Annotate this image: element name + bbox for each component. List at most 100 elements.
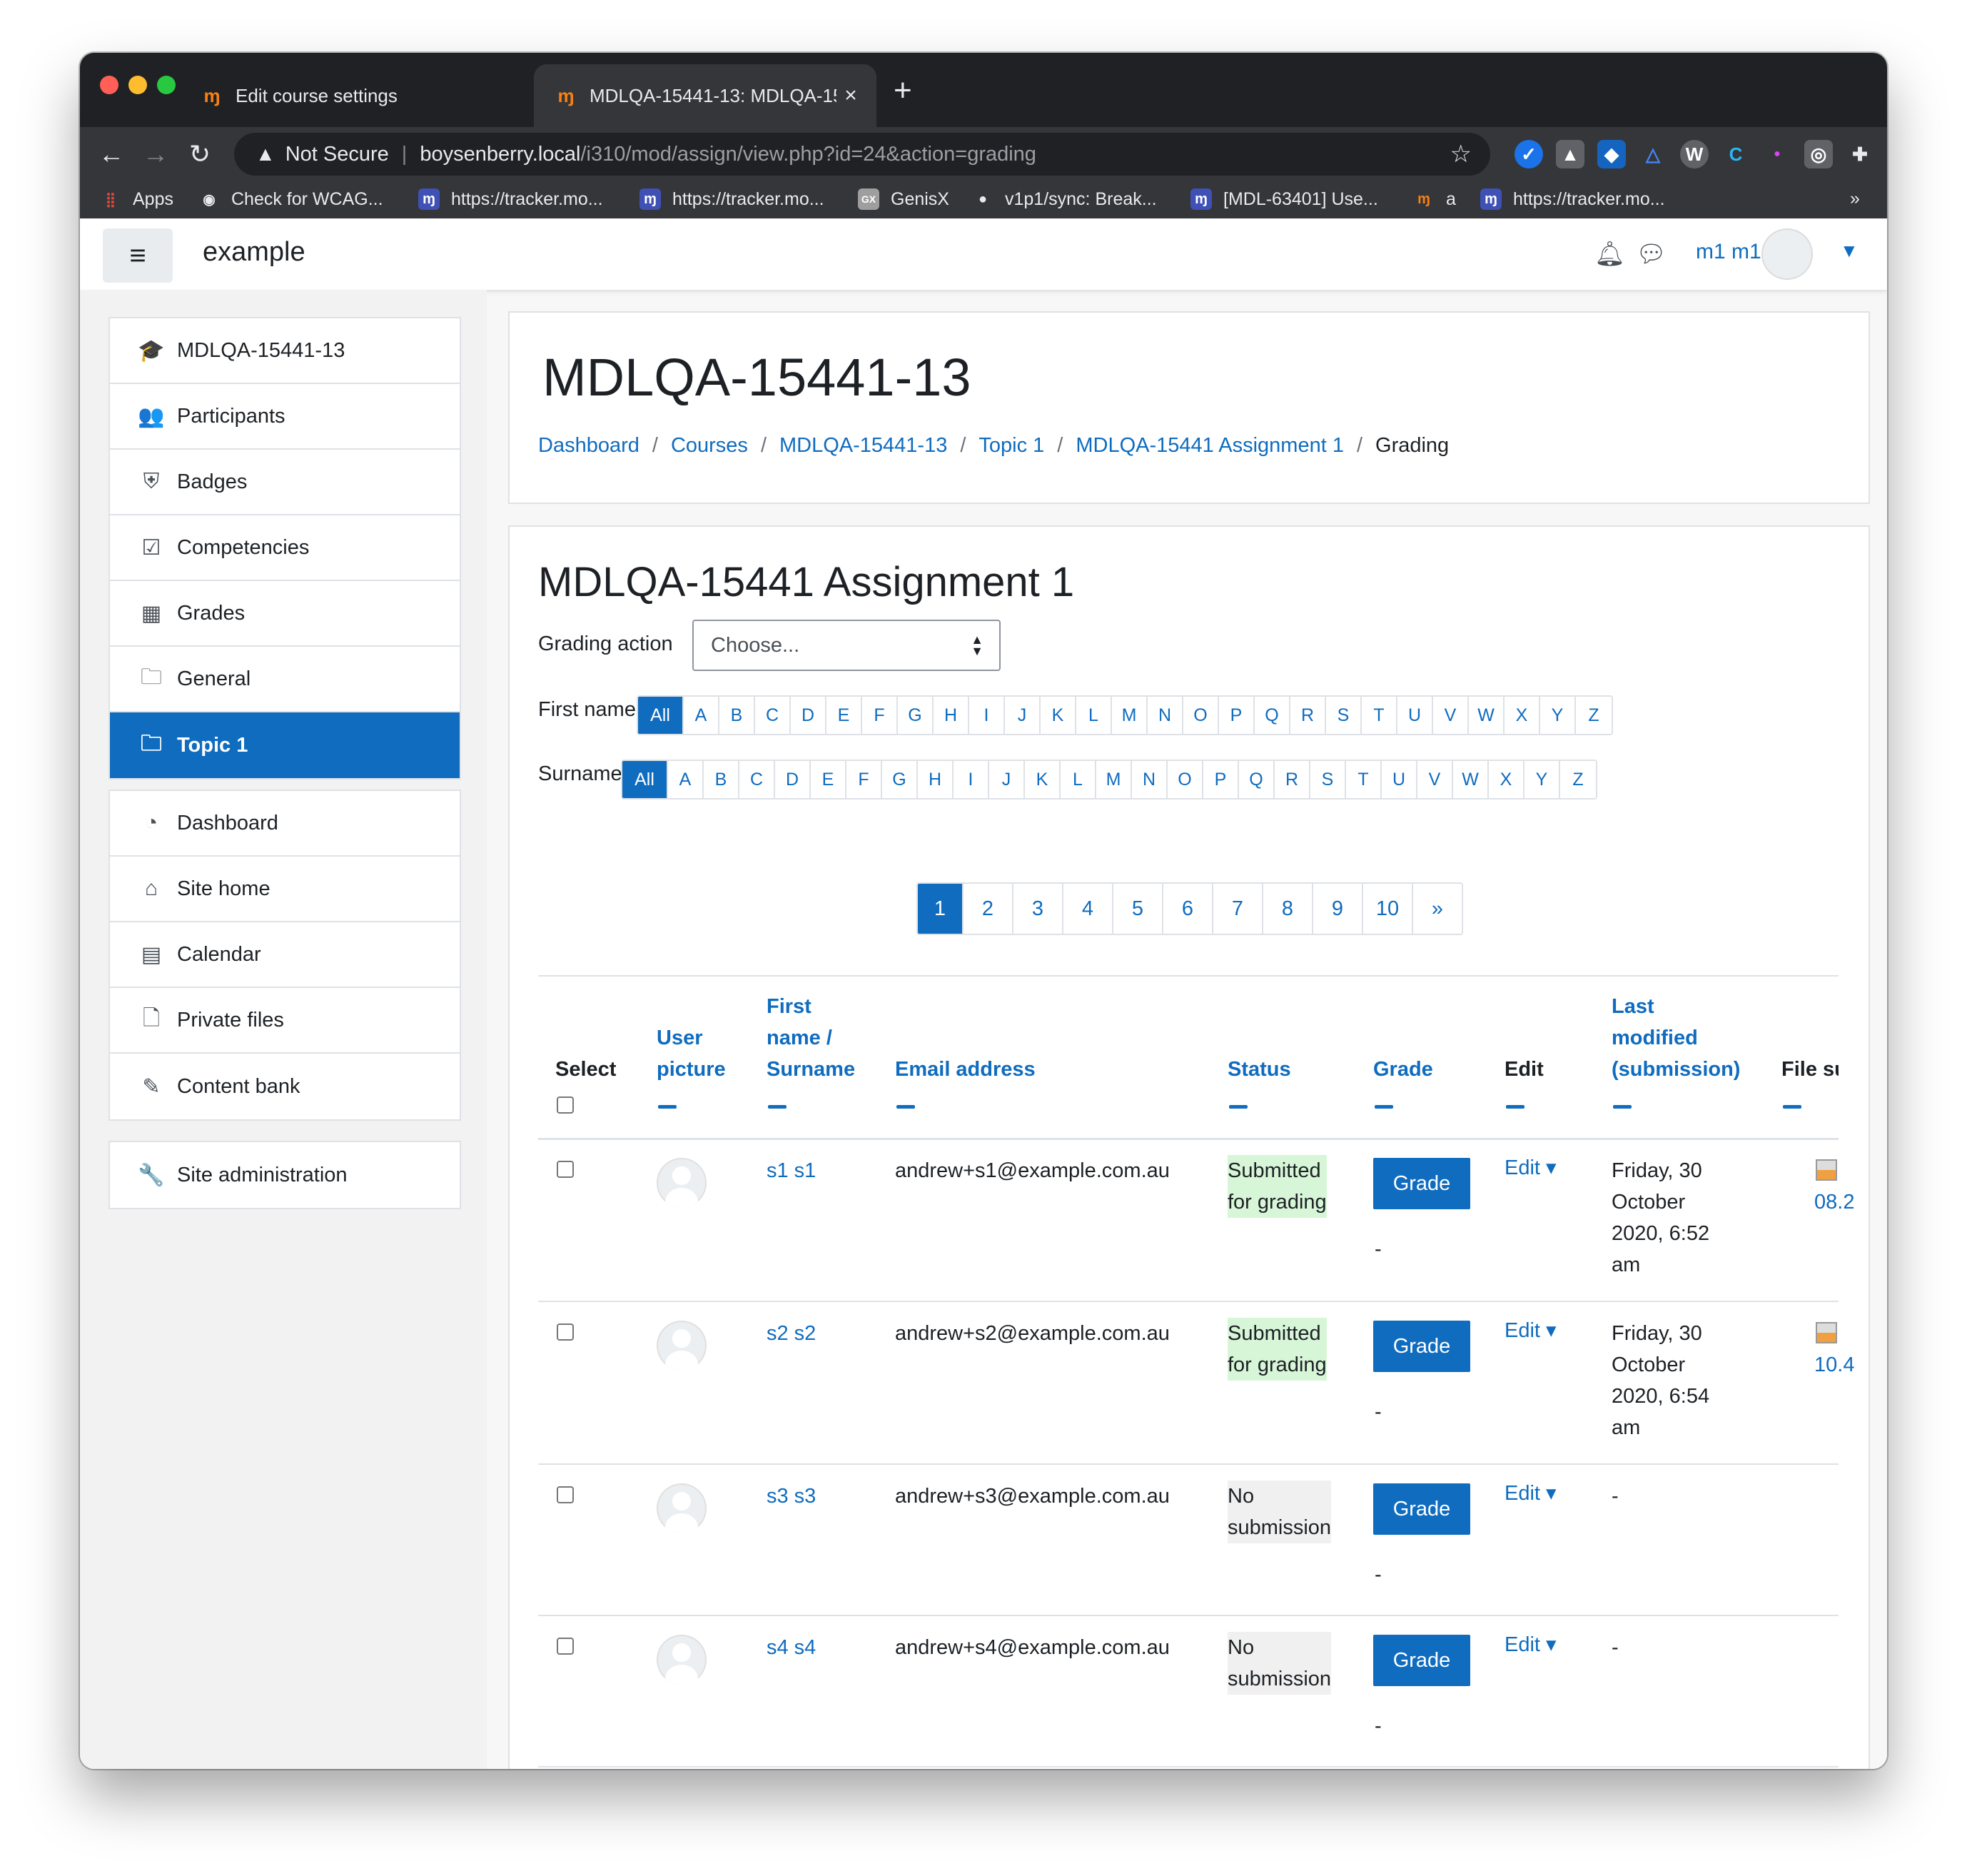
first-name-initial-letter[interactable]: O: [1183, 697, 1219, 734]
surname-initial-letter[interactable]: K: [1025, 761, 1061, 798]
caret-down-icon[interactable]: ▼: [1840, 240, 1859, 262]
page-link[interactable]: 3: [1013, 884, 1063, 934]
surname-initial-letter[interactable]: A: [668, 761, 704, 798]
site-name[interactable]: example: [203, 237, 305, 268]
select-all-checkbox[interactable]: [557, 1096, 574, 1114]
surname-initial-letter[interactable]: F: [846, 761, 882, 798]
status-column-header[interactable]: Status: [1228, 1054, 1291, 1085]
submission-file-link[interactable]: 08.2: [1814, 1186, 1856, 1218]
student-name-link[interactable]: s4 s4: [767, 1632, 816, 1663]
row-select-checkbox[interactable]: [557, 1161, 574, 1178]
surname-initial-letter[interactable]: Q: [1239, 761, 1275, 798]
extension-dot-icon[interactable]: ●: [1763, 140, 1791, 168]
user-avatar[interactable]: [1761, 228, 1813, 280]
surname-initial-letter[interactable]: T: [1346, 761, 1382, 798]
nav-item-badges[interactable]: ⛨ Badges: [110, 450, 460, 515]
collapse-column-icon[interactable]: [1613, 1105, 1632, 1109]
submission-file-link[interactable]: 10.4: [1814, 1349, 1856, 1381]
first-name-initial-letter[interactable]: V: [1433, 697, 1469, 734]
email-column-header[interactable]: Email address: [895, 1054, 1036, 1085]
breadcrumb-link[interactable]: Dashboard: [538, 434, 639, 458]
first-name-initial-letter[interactable]: W: [1469, 697, 1505, 734]
close-window-button[interactable]: [100, 76, 118, 94]
grade-button[interactable]: Grade: [1373, 1321, 1470, 1372]
chat-bubble-icon[interactable]: 💬︎: [1636, 240, 1667, 268]
bookmark-a[interactable]: ɱa: [1413, 188, 1456, 210]
drawer-toggle-hamburger-icon[interactable]: ≡: [103, 228, 173, 283]
first-name-initial-letter[interactable]: B: [719, 697, 755, 734]
nav-item-mdlqa-15441-13[interactable]: 🎓 MDLQA-15441-13: [110, 318, 460, 384]
surname-initial-letter[interactable]: O: [1168, 761, 1203, 798]
surname-initial-letter[interactable]: L: [1061, 761, 1096, 798]
user-picture-avatar[interactable]: [657, 1321, 707, 1371]
surname-initial-letter[interactable]: C: [739, 761, 775, 798]
collapse-column-icon[interactable]: [1783, 1105, 1801, 1109]
nav-item-participants[interactable]: 👥 Participants: [110, 384, 460, 450]
back-arrow-icon[interactable]: ←: [91, 134, 131, 174]
bookmark-tracker-2[interactable]: ɱ https://tracker.mo...: [639, 188, 824, 210]
surname-initial-letter[interactable]: D: [775, 761, 811, 798]
page-link[interactable]: »: [1413, 884, 1462, 934]
page-link[interactable]: 1: [918, 884, 964, 934]
surname-initial-letter[interactable]: P: [1203, 761, 1239, 798]
surname-initial-letter[interactable]: Y: [1524, 761, 1560, 798]
first-name-initial-letter[interactable]: Y: [1540, 697, 1576, 734]
row-select-checkbox[interactable]: [557, 1486, 574, 1503]
extension-check-icon[interactable]: ✓: [1515, 140, 1543, 168]
extensions-puzzle-icon[interactable]: ✚: [1846, 140, 1874, 168]
surname-initial-letter[interactable]: G: [882, 761, 918, 798]
first-name-initial-letter[interactable]: D: [791, 697, 826, 734]
first-name-initial-letter[interactable]: E: [826, 697, 862, 734]
first-name-initial-letter[interactable]: C: [755, 697, 791, 734]
bookmark-github[interactable]: ● v1p1/sync: Break...: [972, 188, 1157, 210]
first-name-initial-letter[interactable]: I: [969, 697, 1005, 734]
first-name-initial-letter[interactable]: A: [684, 697, 719, 734]
collapse-column-icon[interactable]: [1229, 1105, 1248, 1109]
nav-item-topic-1[interactable]: 🗀 Topic 1: [110, 712, 460, 778]
nav-item-private-files[interactable]: 🗋 Private files: [110, 988, 460, 1054]
first-name-initial-letter[interactable]: G: [898, 697, 934, 734]
bookmarks-overflow[interactable]: »: [1850, 188, 1860, 209]
edit-menu-toggle[interactable]: Edit ▾: [1505, 1481, 1557, 1506]
surname-initial-letter[interactable]: H: [918, 761, 954, 798]
collapse-column-icon[interactable]: [1375, 1105, 1393, 1109]
maximize-window-button[interactable]: [157, 76, 176, 94]
surname-initial-letter[interactable]: Z: [1560, 761, 1596, 798]
nav-item-content-bank[interactable]: ✎ Content bank: [110, 1054, 460, 1119]
surname-initial-letter[interactable]: U: [1382, 761, 1417, 798]
grade-column-header[interactable]: Grade: [1373, 1054, 1433, 1085]
student-name-link[interactable]: s2 s2: [767, 1318, 816, 1349]
nav-item-dashboard[interactable]: ◔ Dashboard: [110, 791, 460, 857]
first-name-initial-letter[interactable]: R: [1290, 697, 1326, 734]
collapse-column-icon[interactable]: [768, 1105, 787, 1109]
extension-drive-icon[interactable]: ▲: [1556, 140, 1584, 168]
collapse-column-icon[interactable]: [896, 1105, 915, 1109]
tab-close-icon[interactable]: ×: [836, 84, 865, 108]
user-picture-avatar[interactable]: [657, 1158, 707, 1208]
first-name-initial-letter[interactable]: K: [1041, 697, 1076, 734]
surname-initial-all[interactable]: All: [622, 761, 668, 798]
bookmark-mdl-63401[interactable]: ɱ [MDL-63401] Use...: [1190, 188, 1378, 210]
first-name-initial-letter[interactable]: N: [1148, 697, 1183, 734]
surname-initial-letter[interactable]: E: [811, 761, 846, 798]
first-name-initial-letter[interactable]: P: [1219, 697, 1255, 734]
edit-menu-toggle[interactable]: Edit ▾: [1505, 1318, 1557, 1343]
bookmark-star-icon[interactable]: ☆: [1450, 140, 1472, 168]
first-name-initial-letter[interactable]: X: [1505, 697, 1540, 734]
bookmark-tracker-3[interactable]: ɱ https://tracker.mo...: [1480, 188, 1665, 210]
page-link[interactable]: 6: [1163, 884, 1213, 934]
bookmark-apps[interactable]: ⣿ Apps: [100, 188, 173, 210]
extension-triangle-icon[interactable]: △: [1639, 140, 1667, 168]
extension-glasses-icon[interactable]: ◎: [1804, 140, 1833, 168]
surname-initial-letter[interactable]: N: [1132, 761, 1168, 798]
nav-item-calendar[interactable]: ▤ Calendar: [110, 922, 460, 988]
first-name-initial-letter[interactable]: J: [1005, 697, 1041, 734]
edit-menu-toggle[interactable]: Edit ▾: [1505, 1632, 1557, 1657]
surname-initial-letter[interactable]: R: [1275, 761, 1310, 798]
last-modified-column-header[interactable]: Last modified (submission): [1612, 991, 1740, 1085]
breadcrumb-link[interactable]: Courses: [671, 434, 748, 458]
page-link[interactable]: 8: [1263, 884, 1313, 934]
first-name-initial-letter[interactable]: U: [1397, 697, 1433, 734]
first-name-initial-letter[interactable]: Q: [1255, 697, 1290, 734]
bookmark-genisx[interactable]: GX GenisX: [858, 188, 949, 210]
